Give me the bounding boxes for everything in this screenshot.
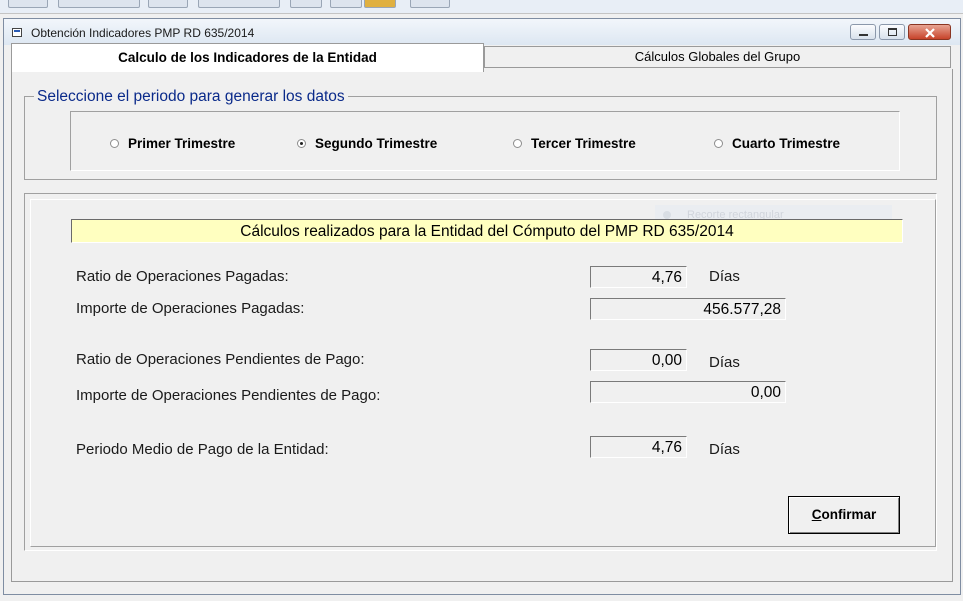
radio-label[interactable]: Tercer Trimestre — [531, 136, 636, 151]
toolbar-button[interactable] — [148, 0, 188, 8]
toolbar-button[interactable] — [364, 0, 396, 8]
radio-circle[interactable] — [513, 138, 522, 148]
title-bar[interactable]: Obtención Indicadores PMP RD 635/2014 — [4, 19, 960, 45]
maximize-icon — [888, 28, 897, 36]
toolbar-button[interactable] — [410, 0, 450, 8]
value-periodo-medio-pago: 4,76 — [590, 436, 687, 458]
period-group-legend: Seleccione el periodo para generar los d… — [34, 88, 348, 106]
label-importe-pendientes: Importe de Operaciones Pendientes de Pag… — [76, 387, 381, 404]
toolbar-button[interactable] — [58, 0, 140, 8]
label-periodo-medio-pago: Periodo Medio de Pago de la Entidad: — [76, 441, 329, 458]
value-ratio-pagadas: 4,76 — [590, 266, 687, 288]
confirm-label[interactable]: onfirmar — [821, 507, 876, 522]
confirm-button[interactable]: Confirmar — [788, 496, 900, 534]
minimize-icon — [859, 34, 868, 36]
results-group-inner — [30, 199, 936, 547]
unit-dias: Días — [709, 441, 740, 458]
tab-calculo-indicadores[interactable]: Calculo de los Indicadores de la Entidad — [11, 43, 484, 72]
app-icon — [12, 28, 22, 37]
label-ratio-pagadas: Ratio de Operaciones Pagadas: — [76, 268, 289, 285]
label-ratio-pendientes: Ratio de Operaciones Pendientes de Pago: — [76, 351, 365, 368]
radio-segundo-trimestre[interactable]: Segundo Trimestre — [297, 135, 437, 151]
tab-calculos-globales[interactable]: Cálculos Globales del Grupo — [484, 46, 951, 68]
value-ratio-pendientes: 0,00 — [590, 349, 687, 371]
toolbar-button[interactable] — [198, 0, 280, 8]
radio-tercer-trimestre[interactable]: Tercer Trimestre — [513, 135, 636, 151]
label-importe-pagadas: Importe de Operaciones Pagadas: — [76, 300, 305, 317]
results-banner: Cálculos realizados para la Entidad del … — [71, 219, 903, 243]
background-toolbar — [0, 0, 963, 14]
toolbar-button[interactable] — [330, 0, 362, 8]
value-importe-pagadas: 456.577,28 — [590, 298, 786, 320]
unit-dias: Días — [709, 268, 740, 285]
unit-dias: Días — [709, 354, 740, 371]
close-icon — [925, 28, 935, 38]
window-title: Obtención Indicadores PMP RD 635/2014 — [31, 26, 255, 40]
radio-cuarto-trimestre[interactable]: Cuarto Trimestre — [714, 135, 840, 151]
radio-primer-trimestre[interactable]: Primer Trimestre — [110, 135, 235, 151]
value-importe-pendientes: 0,00 — [590, 381, 786, 403]
maximize-button[interactable] — [879, 24, 905, 40]
close-button[interactable] — [908, 24, 951, 40]
toolbar-button[interactable] — [290, 0, 322, 8]
radio-circle-selected[interactable] — [297, 138, 306, 148]
radio-circle[interactable] — [714, 138, 723, 148]
radio-label[interactable]: Segundo Trimestre — [315, 136, 437, 151]
radio-label[interactable]: Primer Trimestre — [128, 136, 235, 151]
minimize-button[interactable] — [850, 24, 876, 40]
radio-label[interactable]: Cuarto Trimestre — [732, 136, 840, 151]
radio-circle[interactable] — [110, 138, 119, 148]
toolbar-button[interactable] — [8, 0, 48, 8]
